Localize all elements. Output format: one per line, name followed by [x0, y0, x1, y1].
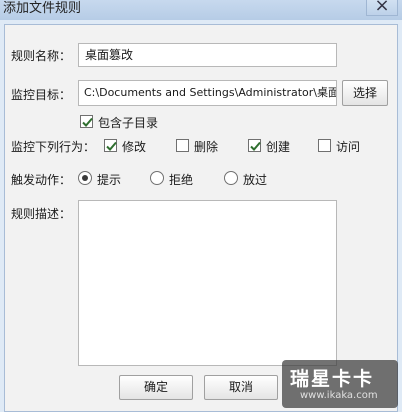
checkmark-icon: [106, 141, 117, 151]
trigger-prompt-label: 提示: [97, 173, 122, 187]
action-access-checkbox[interactable]: [318, 139, 331, 152]
cancel-button[interactable]: 取消: [204, 375, 278, 400]
rule-name-label: 规则名称：: [11, 49, 72, 63]
rule-name-value: 桌面篡改: [85, 48, 134, 62]
include-subdirs-checkbox[interactable]: [80, 115, 93, 128]
ok-button-label: 确定: [143, 380, 168, 394]
monitor-target-label: 监控目标：: [11, 88, 72, 102]
trigger-allow-radio[interactable]: [224, 171, 238, 185]
title-bar: 添加文件规则 ×: [0, 0, 402, 20]
cancel-button-label: 取消: [228, 380, 253, 394]
action-modify-checkbox[interactable]: [104, 139, 117, 152]
trigger-action-label: 触发动作：: [11, 173, 72, 187]
rule-name-input[interactable]: 桌面篡改: [78, 43, 337, 67]
description-label: 规则描述：: [11, 207, 72, 221]
watermark-logo: 瑞星卡卡 www.ikaka.com: [282, 360, 398, 408]
trigger-prompt-radio[interactable]: [78, 171, 92, 185]
close-button[interactable]: ×: [366, 0, 398, 16]
monitor-target-input[interactable]: C:\Documents and Settings\Administrator\…: [78, 80, 337, 106]
checkmark-icon: [82, 117, 93, 127]
checkmark-icon: [250, 141, 261, 151]
description-textarea[interactable]: [78, 200, 337, 366]
trigger-allow-label: 放过: [243, 173, 268, 187]
choose-button-label: 选择: [352, 86, 377, 100]
trigger-deny-label: 拒绝: [169, 173, 194, 187]
action-delete-checkbox[interactable]: [176, 139, 189, 152]
monitor-actions-label: 监控下列行为：: [11, 140, 96, 154]
monitor-target-value: C:\Documents and Settings\Administrator\…: [84, 86, 337, 99]
action-access-label: 访问: [336, 140, 361, 154]
radio-selected-dot: [82, 175, 88, 181]
trigger-deny-radio[interactable]: [150, 171, 164, 185]
window-title: 添加文件规则: [3, 1, 82, 16]
ok-button[interactable]: 确定: [119, 375, 193, 400]
include-subdirs-label: 包含子目录: [98, 116, 159, 130]
action-create-label: 创建: [266, 140, 291, 154]
action-create-checkbox[interactable]: [248, 139, 261, 152]
dialog-body: 规则名称： 桌面篡改 监控目标： C:\Documents and Settin…: [4, 24, 398, 412]
watermark-sub: www.ikaka.com: [300, 390, 378, 401]
action-delete-label: 删除: [194, 140, 219, 154]
watermark-main: 瑞星卡卡: [290, 368, 375, 390]
action-modify-label: 修改: [122, 140, 147, 154]
choose-button[interactable]: 选择: [342, 80, 388, 106]
close-icon[interactable]: ×: [374, 0, 389, 16]
